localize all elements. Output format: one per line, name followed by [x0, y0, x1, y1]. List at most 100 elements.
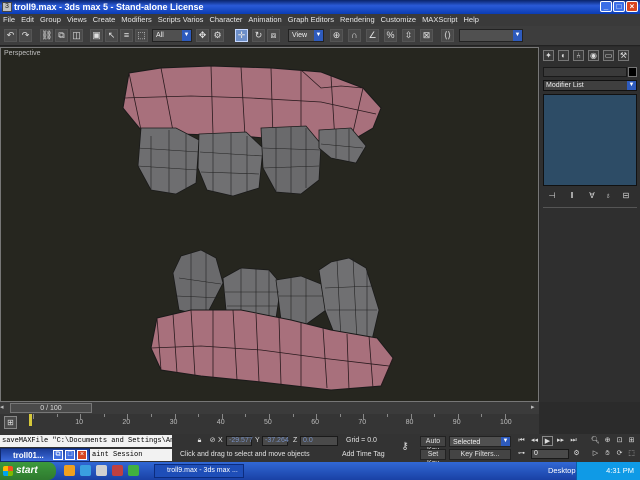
modify-icon[interactable]: ◐ [558, 50, 569, 61]
modifier-list-dropdown[interactable]: Modifier List ▼ [543, 80, 637, 91]
zoom-icon[interactable]: 🔍︎ [590, 436, 601, 446]
angle-snap-icon[interactable]: ∠ [366, 29, 379, 42]
taskbar-app-button[interactable]: troll9.max - 3ds max ... [154, 464, 244, 478]
motion-icon[interactable]: ◉ [588, 50, 599, 61]
pin-stack-icon[interactable]: ⊣ [546, 190, 558, 201]
configure-sets-icon[interactable]: ⊟ [620, 190, 632, 201]
track-bar[interactable]: ⊞ 10 20 30 40 50 60 70 80 90 100 [0, 414, 539, 434]
quicklaunch-icon-2[interactable] [80, 465, 91, 476]
desktop-toolbar-label[interactable]: Desktop [548, 466, 576, 475]
show-end-result-icon[interactable]: ‖ [566, 190, 578, 201]
key-mode-toggle-icon[interactable]: ⊶ [516, 449, 527, 459]
menu-scripts-varios[interactable]: Scripts Varios [155, 14, 207, 26]
menu-views[interactable]: Views [64, 14, 90, 26]
set-key-button[interactable]: Set Key [420, 449, 446, 467]
lock-selection-icon[interactable]: 🔒︎ [194, 436, 205, 446]
magnet-snap-icon[interactable]: ∩ [348, 29, 361, 42]
previous-frame-icon[interactable]: ◂◂ [529, 436, 540, 446]
hierarchy-icon[interactable]: ⑃ [573, 50, 584, 61]
time-slider-knob[interactable]: 0 / 100 [10, 403, 92, 413]
key-icon[interactable]: ⚷ [397, 442, 413, 452]
menu-maxscript[interactable]: MAXScript [419, 14, 460, 26]
go-to-end-icon[interactable]: ⏭ [568, 436, 579, 446]
x-coordinate-field[interactable]: -29.577 [226, 436, 253, 446]
auto-key-button[interactable]: Auto Key [420, 436, 446, 454]
percent-snap-icon[interactable]: % [384, 29, 397, 42]
named-selection-icon[interactable]: ⊠ [420, 29, 433, 42]
undo-icon[interactable]: ↶ [4, 29, 17, 42]
key-filters-button[interactable]: Key Filters... [449, 449, 511, 460]
select-object-icon[interactable]: ▣ [90, 29, 103, 42]
absolute-mode-icon[interactable]: ⊘ [207, 436, 218, 446]
redo-icon[interactable]: ↷ [19, 29, 32, 42]
unlink-icon[interactable]: ⧉ [55, 29, 68, 42]
object-name-field[interactable] [543, 67, 627, 77]
start-button[interactable]: start [0, 462, 56, 480]
time-configuration-icon[interactable]: ⚙ [571, 449, 582, 459]
go-to-start-icon[interactable]: ⏮ [516, 436, 527, 446]
create-icon[interactable]: ✦ [543, 50, 554, 61]
clock[interactable]: 4:31 PM [606, 466, 634, 475]
quicklaunch-icon-4[interactable] [112, 465, 123, 476]
maxscript-output[interactable]: aint Session [90, 449, 172, 461]
select-and-move-icon[interactable]: ✥ [196, 29, 209, 42]
maximize-icon[interactable]: □ [65, 450, 75, 460]
menu-file[interactable]: File [0, 14, 18, 26]
select-cursor-icon[interactable]: ↖ [105, 29, 118, 42]
pivot-center-icon[interactable]: ⊕ [330, 29, 343, 42]
menu-customize[interactable]: Customize [378, 14, 419, 26]
minimized-window-bar[interactable]: troll01... ⧉ □ × [0, 448, 90, 462]
display-icon[interactable]: ▭ [603, 50, 614, 61]
add-time-tag[interactable]: Add Time Tag [342, 450, 385, 460]
time-slider-left-icon[interactable]: ◂ [0, 403, 8, 413]
selection-filter-dropdown[interactable]: All ▼ [152, 29, 192, 42]
close-icon[interactable]: × [77, 450, 87, 460]
menu-character[interactable]: Character [206, 14, 245, 26]
zoom-extents-icon[interactable]: ⊡ [614, 436, 625, 446]
modifier-stack[interactable] [543, 94, 637, 186]
object-color-swatch[interactable] [628, 67, 637, 77]
menu-rendering[interactable]: Rendering [337, 14, 378, 26]
field-of-view-icon[interactable]: ▷ [590, 449, 601, 459]
close-button[interactable]: × [626, 1, 638, 12]
quicklaunch-icon-5[interactable] [128, 465, 139, 476]
time-slider-right-icon[interactable]: ▸ [531, 403, 539, 413]
current-frame-marker[interactable] [29, 414, 32, 426]
zoom-all-icon[interactable]: ⊕ [602, 436, 613, 446]
arc-rotate-icon[interactable]: ⟳ [614, 449, 625, 459]
current-frame-field[interactable]: 0 [531, 449, 569, 459]
maximize-button[interactable]: □ [613, 1, 625, 12]
make-unique-icon[interactable]: ∀ [586, 190, 598, 201]
menu-create[interactable]: Create [90, 14, 119, 26]
restore-icon[interactable]: ⧉ [53, 450, 63, 460]
pan-icon[interactable]: ✋︎ [602, 449, 613, 459]
reference-coordinate-dropdown[interactable]: View ▼ [288, 29, 324, 42]
move-tool-icon[interactable]: ✛ [235, 29, 248, 42]
maxscript-listener[interactable]: saveMAXFile "C:\Documents and Settings\A… [0, 435, 172, 447]
scale-tool-icon[interactable]: ⧈ [267, 29, 280, 42]
menu-modifiers[interactable]: Modifiers [118, 14, 154, 26]
z-coordinate-field[interactable]: 0.0 [300, 436, 338, 446]
time-slider[interactable]: ◂ 0 / 100 ▸ [0, 402, 539, 414]
menu-animation[interactable]: Animation [245, 14, 284, 26]
select-and-link-icon[interactable]: ⛓ [40, 29, 53, 42]
menu-group[interactable]: Group [37, 14, 64, 26]
key-mode-dropdown[interactable]: Selected ▼ [449, 436, 511, 447]
quicklaunch-icon-3[interactable] [96, 465, 107, 476]
named-selection-dropdown[interactable]: ▼ [459, 29, 523, 42]
bind-space-warp-icon[interactable]: ◫ [70, 29, 83, 42]
zoom-extents-all-icon[interactable]: ⊞ [626, 436, 637, 446]
select-by-name-icon[interactable]: ≡ [120, 29, 133, 42]
remove-modifier-icon[interactable]: ♁ [602, 190, 614, 201]
minimize-button[interactable]: _ [600, 1, 612, 12]
selection-region-icon[interactable]: ⬚ [135, 29, 148, 42]
open-mini-curve-editor-icon[interactable]: ⊞ [4, 416, 17, 429]
utilities-icon[interactable]: ⚒ [618, 50, 629, 61]
menu-graph-editors[interactable]: Graph Editors [285, 14, 337, 26]
perspective-viewport[interactable]: Perspective [0, 47, 539, 402]
mirror-icon[interactable]: ⟨⟩ [441, 29, 454, 42]
next-frame-icon[interactable]: ▸▸ [555, 436, 566, 446]
menu-edit[interactable]: Edit [18, 14, 37, 26]
rotate-tool-icon[interactable]: ↻ [252, 29, 265, 42]
maximize-viewport-icon[interactable]: ⬚ [626, 449, 637, 459]
